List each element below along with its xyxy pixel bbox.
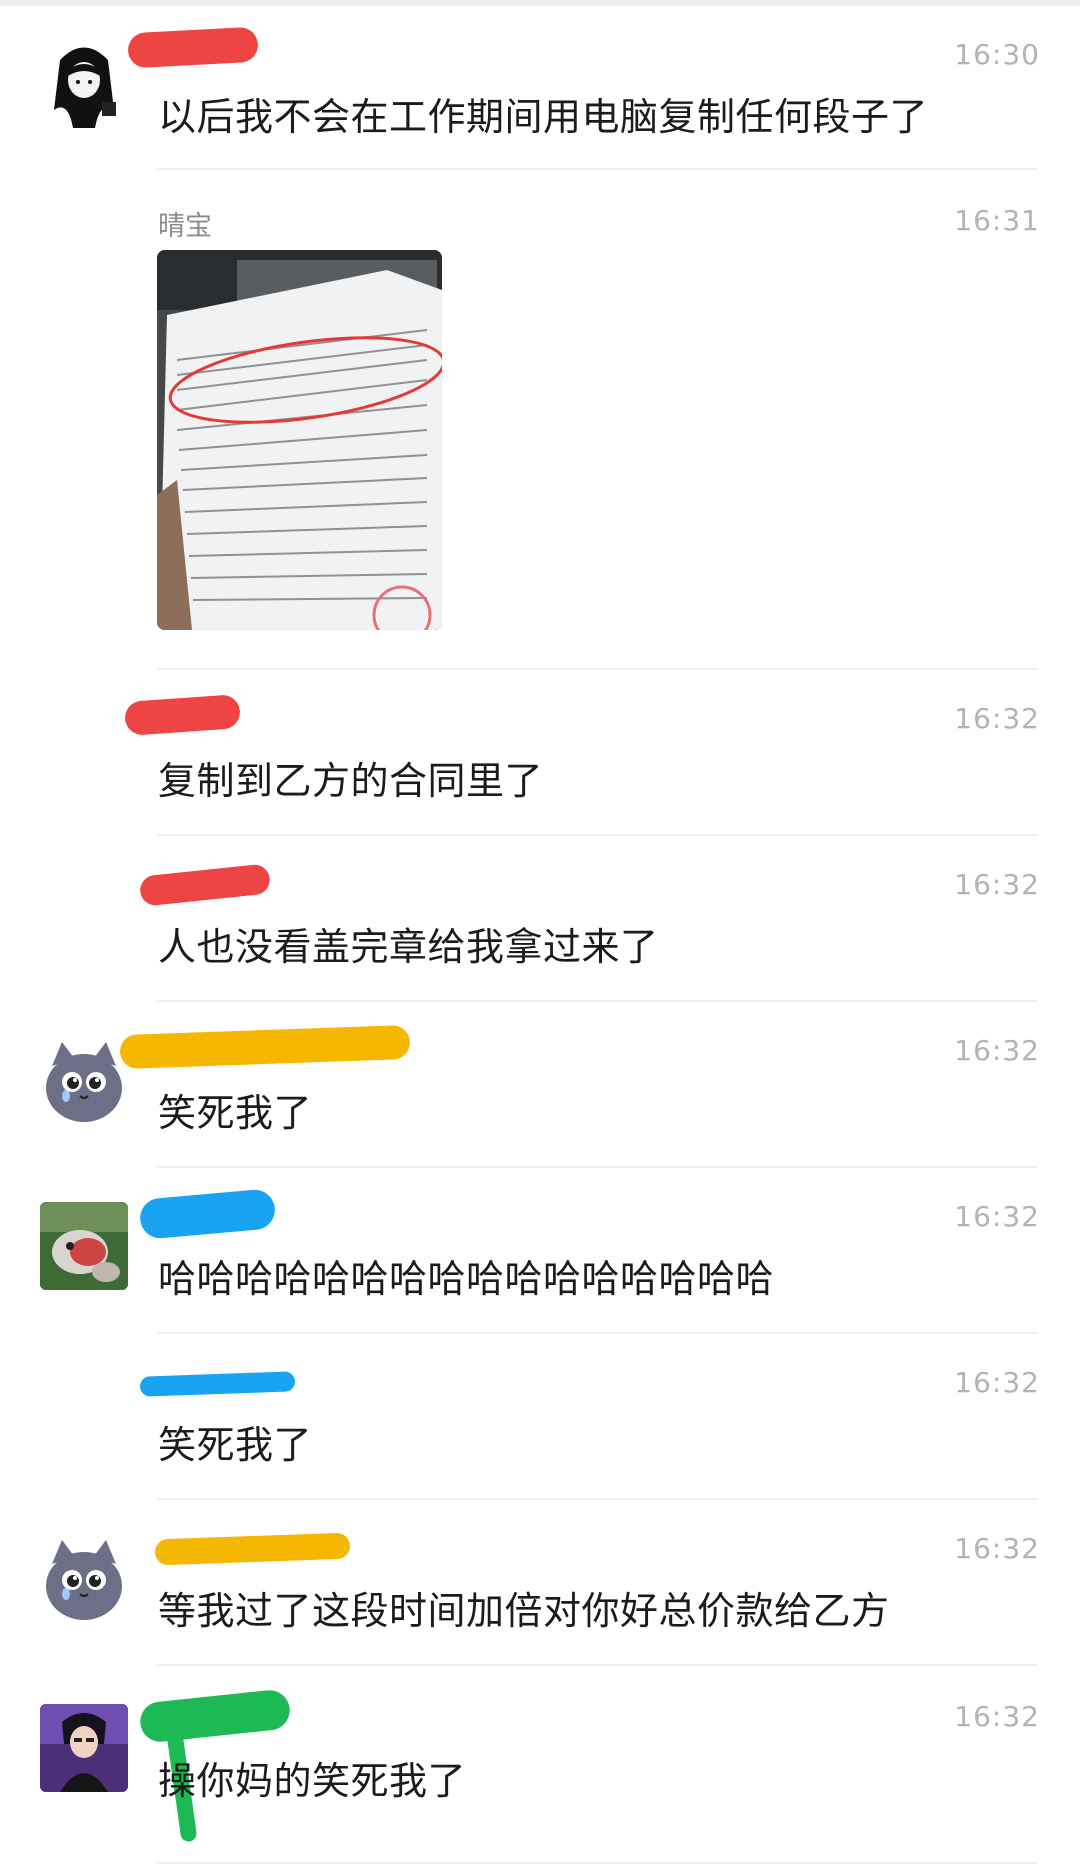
redacted-sender-name <box>138 1688 292 1744</box>
message-row[interactable]: 16:32 哈哈哈哈哈哈哈哈哈哈哈哈哈哈哈哈 <box>0 1168 1080 1334</box>
divider <box>157 1862 1038 1864</box>
message-row[interactable]: 16:32 等我过了这段时间加倍对你好总价款给乙方 <box>0 1500 1080 1666</box>
message-row[interactable]: 16:30 以后我不会在工作期间用电脑复制任何段子了 <box>0 0 1080 170</box>
redacted-sender-name <box>123 694 242 736</box>
redacted-sender-name <box>138 1188 277 1240</box>
fish-avatar-icon[interactable] <box>40 1202 128 1290</box>
message-text: 操你妈的笑死我了 <box>158 1759 467 1803</box>
redacted-sender-name <box>119 1024 411 1070</box>
redacted-sender-name <box>139 1371 296 1397</box>
message-time: 16:32 <box>954 1532 1040 1565</box>
redacted-sender-name <box>138 863 272 907</box>
message-time: 16:30 <box>954 38 1040 71</box>
anime-boy-avatar-icon[interactable] <box>40 1704 128 1792</box>
contract-photo[interactable] <box>157 250 442 630</box>
message-row[interactable]: 16:32 人也没看盖完章给我拿过来了 <box>0 836 1080 1002</box>
redacted-sender-name <box>154 1532 351 1566</box>
message-time: 16:32 <box>954 702 1040 735</box>
cat-avatar-icon[interactable] <box>40 1036 128 1124</box>
girl-avatar-icon[interactable] <box>40 40 128 128</box>
message-time: 16:31 <box>954 204 1040 237</box>
message-time: 16:32 <box>954 868 1040 901</box>
message-text: 哈哈哈哈哈哈哈哈哈哈哈哈哈哈哈哈 <box>158 1257 775 1301</box>
message-row[interactable]: 晴宝 16:31 <box>0 170 1080 670</box>
message-time: 16:32 <box>954 1200 1040 1233</box>
redacted-sender-name <box>127 26 259 69</box>
message-text: 笑死我了 <box>158 1091 313 1135</box>
message-time: 16:32 <box>954 1700 1040 1733</box>
message-text: 人也没看盖完章给我拿过来了 <box>158 925 659 969</box>
message-row[interactable]: 16:32 笑死我了 <box>0 1334 1080 1500</box>
message-time: 16:32 <box>954 1034 1040 1067</box>
message-row[interactable]: 16:32 操你妈的笑死我了 <box>0 1666 1080 1870</box>
message-time: 16:32 <box>954 1366 1040 1399</box>
message-text: 笑死我了 <box>158 1423 313 1467</box>
cat-avatar-icon[interactable] <box>40 1534 128 1622</box>
message-row[interactable]: 16:32 笑死我了 <box>0 1002 1080 1168</box>
message-row[interactable]: 16:32 复制到乙方的合同里了 <box>0 670 1080 836</box>
sender-name: 晴宝 <box>158 211 212 242</box>
message-text: 以后我不会在工作期间用电脑复制任何段子了 <box>158 95 929 139</box>
message-text: 等我过了这段时间加倍对你好总价款给乙方 <box>158 1589 890 1633</box>
message-text: 复制到乙方的合同里了 <box>158 759 544 803</box>
